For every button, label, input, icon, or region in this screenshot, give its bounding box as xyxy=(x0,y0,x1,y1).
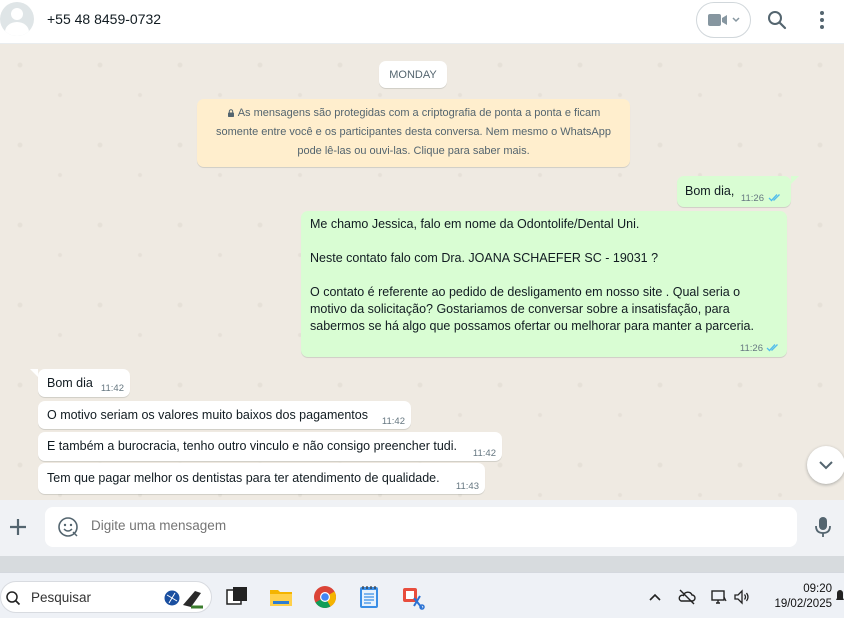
message-incoming[interactable]: Tem que pagar melhor os dentistas para t… xyxy=(38,463,485,494)
plus-icon xyxy=(10,519,26,535)
emoji-button[interactable] xyxy=(57,516,79,538)
message-time: 11:42 xyxy=(381,416,405,427)
message-text: E também a burocracia, tenho outro vincu… xyxy=(47,439,457,453)
bubble-tail xyxy=(30,369,38,377)
message-time: 11:26 xyxy=(740,193,764,204)
contact-avatar[interactable] xyxy=(0,2,34,36)
message-text: Tem que pagar melhor os dentistas para t… xyxy=(47,471,440,485)
search-icon xyxy=(768,11,787,30)
task-view-icon[interactable] xyxy=(224,584,250,610)
menu-button[interactable] xyxy=(810,8,834,32)
file-explorer-icon[interactable] xyxy=(268,584,294,610)
message-time: 11:42 xyxy=(100,383,124,394)
bubble-tail xyxy=(791,176,799,184)
notepad-icon[interactable] xyxy=(356,584,382,610)
attach-button[interactable] xyxy=(6,515,30,539)
message-time: 11:26 xyxy=(739,343,763,354)
microphone-icon xyxy=(815,517,831,537)
video-call-button[interactable] xyxy=(696,2,751,38)
message-composer xyxy=(0,500,844,556)
message-incoming[interactable]: E também a burocracia, tenho outro vincu… xyxy=(38,432,502,461)
windows-taskbar: Pesquisar 09:20 19/02/2025 xyxy=(0,572,844,618)
snipping-tool-icon[interactable] xyxy=(400,584,426,610)
chevron-up-icon[interactable] xyxy=(646,588,664,606)
search-highlight-icon xyxy=(163,589,203,609)
message-outgoing[interactable]: Bom dia, 11:26 xyxy=(677,176,799,207)
network-icon[interactable] xyxy=(710,588,728,606)
search-icon xyxy=(6,591,21,606)
emoji-icon xyxy=(58,517,78,537)
message-text: O motivo seriam os valores muito baixos … xyxy=(47,408,368,422)
message-input-box[interactable] xyxy=(45,507,797,547)
system-clock[interactable]: 09:20 19/02/2025 xyxy=(762,582,832,612)
taskbar-search-label: Pesquisar xyxy=(31,590,92,605)
message-incoming[interactable]: Bom dia 11:42 xyxy=(30,369,130,397)
day-separator: MONDAY xyxy=(379,61,447,88)
message-time: 11:43 xyxy=(455,481,479,492)
search-button[interactable] xyxy=(765,8,789,32)
message-incoming[interactable]: O motivo seriam os valores muito baixos … xyxy=(38,401,411,429)
message-time: 11:42 xyxy=(472,448,496,459)
message-outgoing[interactable]: Me chamo Jessica, falo em nome da Odonto… xyxy=(301,211,787,357)
chevron-down-icon xyxy=(819,461,833,470)
contact-name[interactable]: +55 48 8459-0732 xyxy=(47,11,161,27)
chevron-down-icon xyxy=(731,17,740,23)
chat-header: +55 48 8459-0732 xyxy=(0,0,844,44)
voice-message-button[interactable] xyxy=(813,515,833,539)
lock-icon xyxy=(227,109,234,117)
clock-time: 09:20 xyxy=(803,583,832,595)
chrome-icon[interactable] xyxy=(312,584,338,610)
message-text: Me chamo Jessica, falo em nome da Odonto… xyxy=(310,217,754,333)
encryption-notice[interactable]: As mensagens são protegidas com a cripto… xyxy=(197,99,630,167)
message-input[interactable] xyxy=(91,518,771,533)
read-ticks-icon xyxy=(766,344,778,352)
encryption-text: As mensagens são protegidas com a cripto… xyxy=(216,107,611,157)
menu-icon xyxy=(820,11,824,29)
volume-icon[interactable] xyxy=(733,588,751,606)
notification-icon[interactable] xyxy=(836,589,844,603)
chat-panel[interactable]: MONDAY As mensagens são protegidas com a… xyxy=(0,45,844,500)
scroll-to-bottom-button[interactable] xyxy=(807,446,844,484)
window-bottom-edge xyxy=(0,556,844,572)
clock-date: 19/02/2025 xyxy=(774,598,832,610)
read-ticks-icon xyxy=(768,194,780,202)
video-call-icon xyxy=(707,14,727,26)
taskbar-search[interactable]: Pesquisar xyxy=(0,581,212,613)
onedrive-icon[interactable] xyxy=(678,588,696,606)
